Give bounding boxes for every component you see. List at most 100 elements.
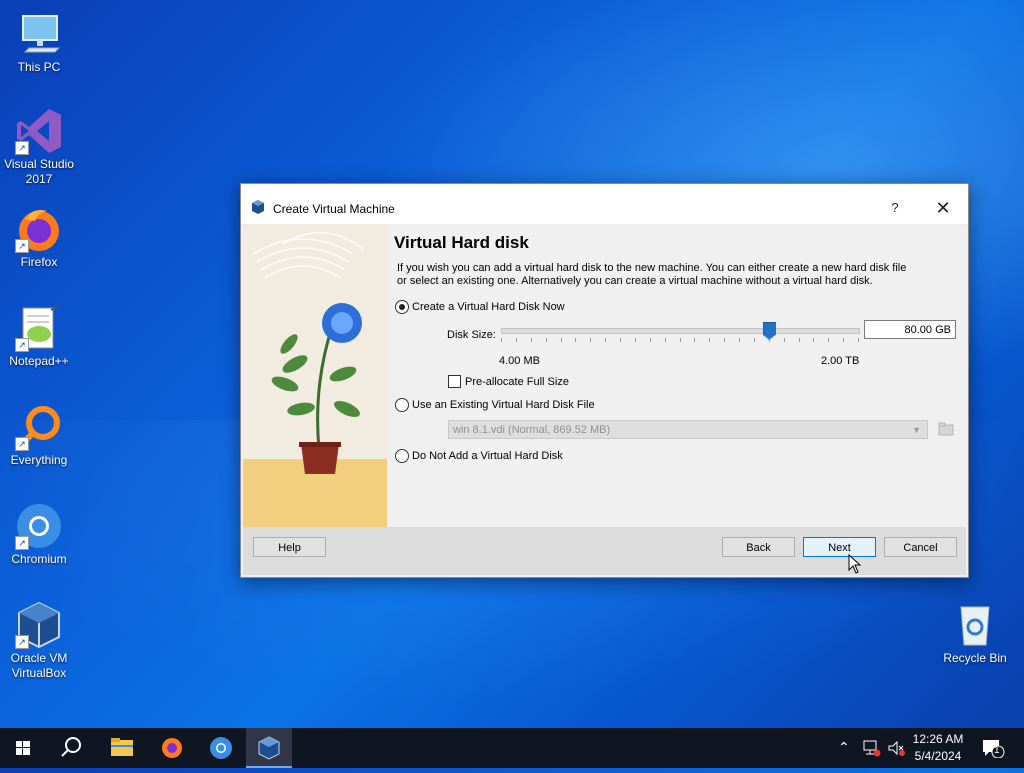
network-icon[interactable] [862,738,882,763]
preallocate-checkbox[interactable] [448,375,461,388]
desktop-icon-label: Notepad++ [9,354,69,368]
slider-tick [679,338,681,342]
radio-no-disk-label[interactable]: Do Not Add a Virtual Hard Disk [412,450,563,462]
desktop-icon-everything[interactable]: ↗ Everything [1,403,77,468]
wizard-illustration [243,224,387,527]
radio-existing-disk[interactable] [395,398,409,412]
notepadpp-icon: ↗ [15,304,63,352]
taskbar-chromium[interactable] [198,728,244,768]
volume-muted-icon[interactable] [886,738,906,763]
this-pc-icon [15,10,63,58]
virtualbox-icon [258,736,280,760]
slider-tick [768,338,770,342]
search-icon [61,737,81,757]
slider-tick [649,338,651,342]
existing-disk-select: win 8.1.vdi (Normal, 869.52 MB) ▼ [448,420,928,439]
chevron-up-icon[interactable]: ⌃ [838,739,850,756]
slider-tick [545,338,547,342]
section-description: If you wish you can add a virtual hard d… [397,262,907,287]
taskbar-firefox[interactable] [149,728,195,768]
shortcut-arrow-icon: ↗ [15,536,29,550]
slider-tick [560,338,562,342]
help-question-button[interactable]: ? [884,198,906,218]
slider-tick [530,338,532,342]
desktop-icon-recycle-bin[interactable]: Recycle Bin [937,601,1013,666]
close-button[interactable]: ✕ [932,198,954,218]
taskbar: ⌃ 12:26 AM 5/4/2024 1 [0,728,1024,768]
create-vm-dialog: Create Virtual Machine ? ✕ Virtual Hard … [240,183,969,578]
virtualbox-icon: ↗ [15,601,63,649]
start-button[interactable] [0,728,46,768]
desktop-icon-label: Firefox [20,255,58,269]
desktop-icon-visual-studio[interactable]: ↗ Visual Studio 2017 [1,107,77,187]
slider-tick [515,338,517,342]
slider-max-label: 2.00 TB [821,355,860,367]
folder-icon [937,420,955,439]
firefox-icon [162,738,182,758]
help-button[interactable]: Help [253,537,326,557]
existing-disk-value: win 8.1.vdi (Normal, 869.52 MB) [453,424,611,436]
slider-tick [694,338,696,342]
clock-time[interactable]: 12:26 AM [905,732,971,746]
next-button[interactable]: Next [803,537,876,557]
virtualbox-icon [251,200,265,214]
slider-tick [739,338,740,342]
desktop-icon-chromium[interactable]: ↗ Chromium [1,502,77,567]
mouse-cursor-icon [848,553,862,579]
shortcut-arrow-icon: ↗ [15,141,29,155]
desktop-icon-label: Recycle Bin [943,651,1007,665]
disk-size-label: Disk Size: [447,329,496,341]
dialog-content: Virtual Hard disk If you wish you can ad… [243,224,966,527]
desktop-icon-this-pc[interactable]: This PC [1,10,77,75]
chromium-icon: ↗ [15,502,63,550]
back-button[interactable]: Back [722,537,795,557]
radio-no-disk[interactable] [395,449,409,463]
shortcut-arrow-icon: ↗ [15,437,29,451]
radio-create-disk-label[interactable]: Create a Virtual Hard Disk Now [412,301,565,313]
desktop-icon-label: This PC [17,60,61,74]
disk-size-slider[interactable] [501,328,860,334]
slider-tick [620,338,621,342]
slider-tick [605,338,607,342]
radio-existing-disk-label[interactable]: Use an Existing Virtual Hard Disk File [412,399,595,411]
notification-center-button[interactable]: 1 [980,738,1006,759]
shortcut-arrow-icon: ↗ [15,338,29,352]
slider-tick [634,338,636,342]
preallocate-label[interactable]: Pre-allocate Full Size [465,376,569,388]
disk-size-input[interactable]: 80.00 GB [864,320,956,339]
shortcut-arrow-icon: ↗ [15,635,29,649]
slider-min-label: 4.00 MB [499,355,540,367]
desktop-icon-notepadpp[interactable]: ↗ Notepad++ [1,304,77,369]
slider-tick [783,338,785,342]
search-button[interactable] [48,728,94,768]
slider-tick [828,338,830,342]
slider-tick [590,338,592,342]
desktop-icon-firefox[interactable]: ↗ Firefox [1,205,77,270]
section-title: Virtual Hard disk [394,233,529,252]
recycle-bin-icon [951,601,999,649]
slider-tick [724,338,726,342]
firefox-icon: ↗ [15,205,63,253]
folder-icon [111,738,133,756]
slider-tick [709,338,711,342]
radio-create-disk[interactable] [395,300,409,314]
desktop-icon-virtualbox[interactable]: ↗ Oracle VM VirtualBox [1,601,77,681]
slider-tick [798,338,800,342]
slider-tick [813,338,815,342]
slider-tick [664,338,666,342]
slider-tick [858,338,859,342]
notification-count: 1 [994,745,1000,756]
desktop-icon-label: Visual Studio 2017 [4,157,74,186]
cancel-button[interactable]: Cancel [884,537,957,557]
windows-logo-icon [16,741,30,755]
taskbar-virtualbox[interactable] [246,728,292,768]
everything-search-icon: ↗ [15,403,63,451]
dialog-titlebar[interactable]: Create Virtual Machine ? ✕ [241,184,968,225]
taskbar-file-explorer[interactable] [99,728,145,768]
clock-date[interactable]: 5/4/2024 [905,749,971,763]
notification-icon [983,740,1005,759]
desktop-icon-label: Chromium [11,552,67,566]
visual-studio-icon: ↗ [15,107,63,155]
chromium-icon [210,737,232,759]
chevron-down-icon: ▼ [912,425,921,435]
